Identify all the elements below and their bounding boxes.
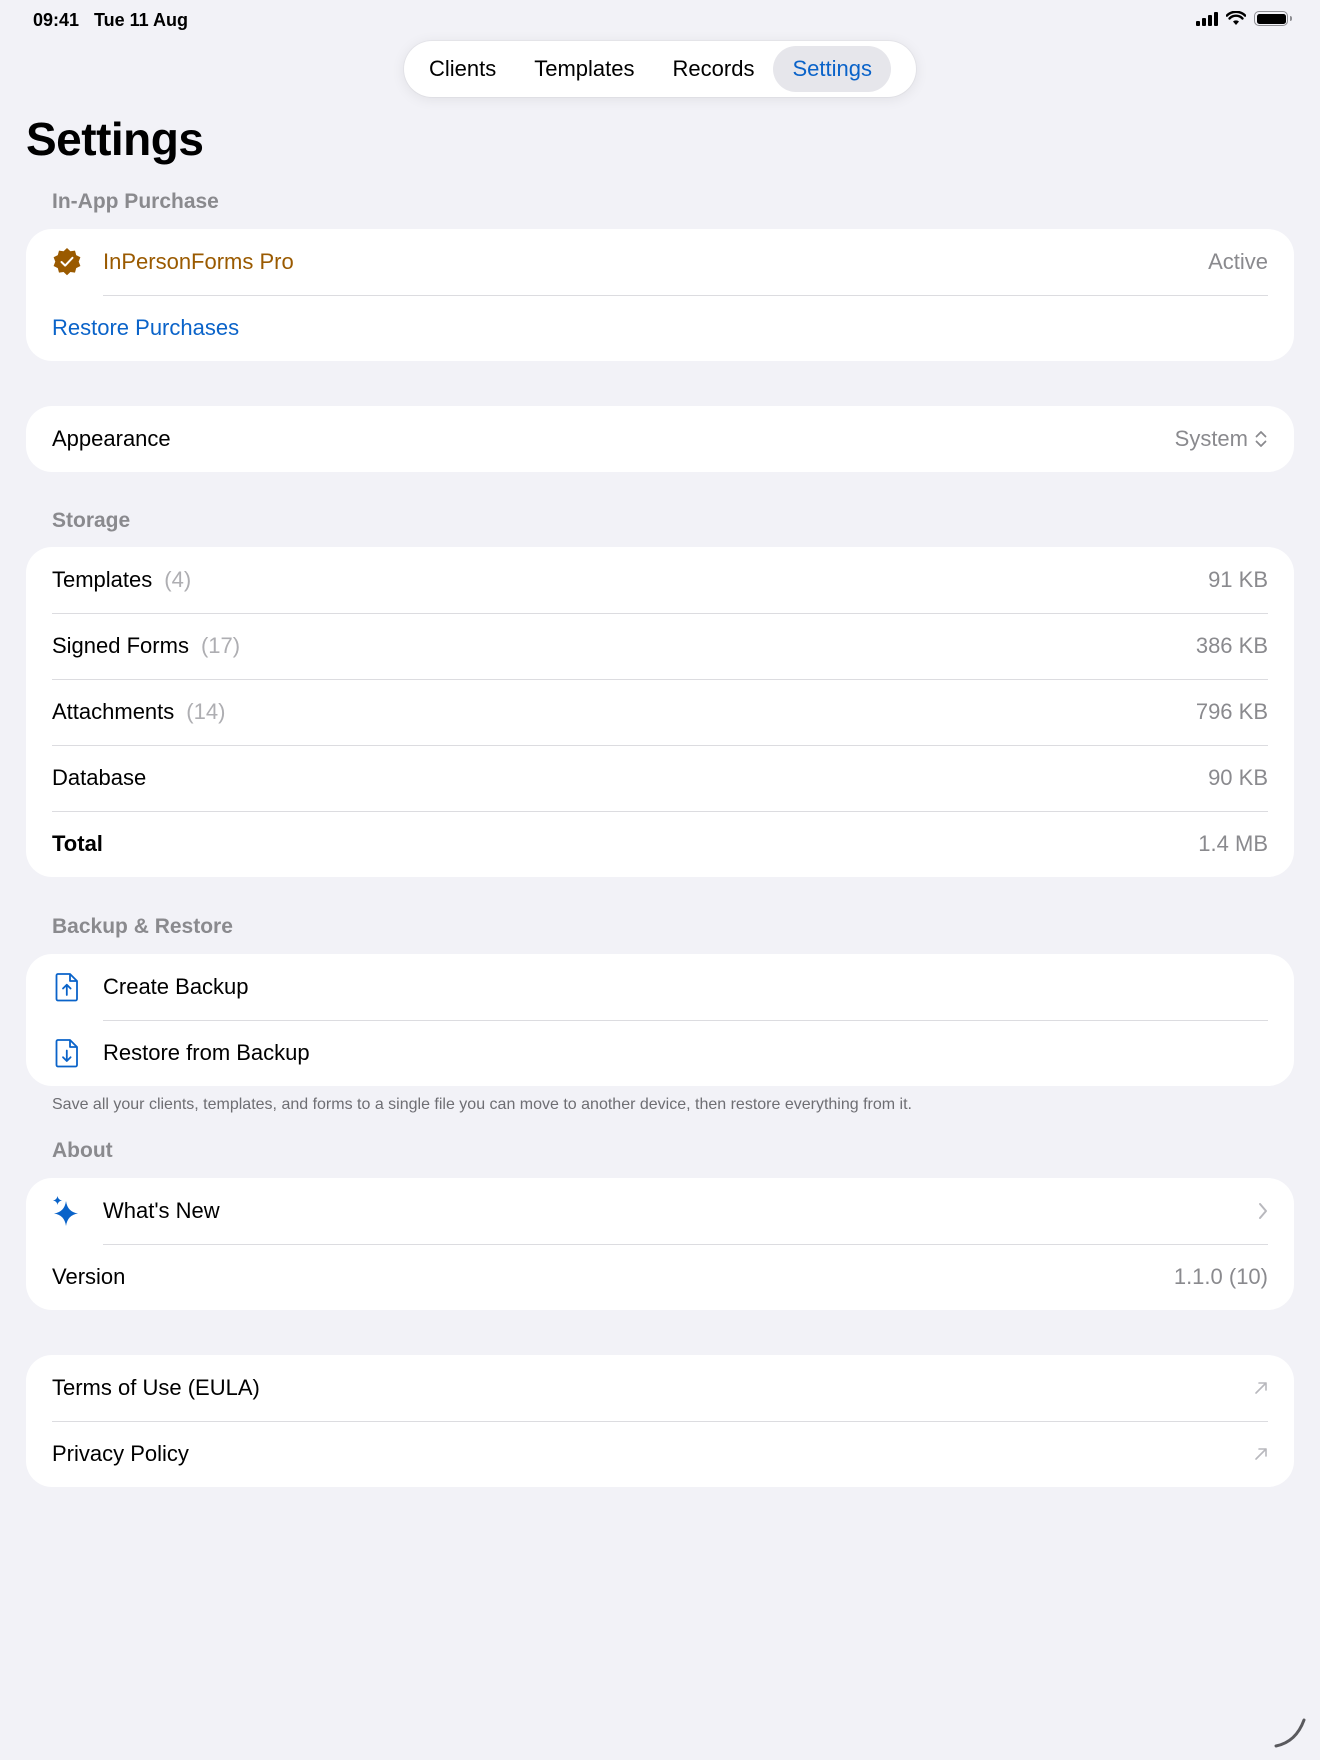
storage-row-attachments: Attachments (14) 796 KB xyxy=(26,679,1294,745)
section-header-about: About xyxy=(52,1139,113,1162)
status-bar: 09:41 Tue 11 Aug xyxy=(0,0,1320,40)
status-date: Tue 11 Aug xyxy=(94,10,189,30)
storage-item-name: Signed Forms xyxy=(52,633,189,658)
verified-badge-icon xyxy=(52,247,82,277)
tab-bar: Clients Templates Records Settings xyxy=(404,41,916,97)
version-label: Version xyxy=(52,1264,126,1289)
storage-row-templates: Templates (4) 91 KB xyxy=(26,547,1294,613)
restore-backup-button[interactable]: Restore from Backup xyxy=(103,1040,1268,1066)
pro-status-value: Active xyxy=(1208,249,1268,274)
restore-backup-row[interactable]: Restore from Backup xyxy=(26,1020,1294,1086)
section-header-backup-restore: Backup & Restore xyxy=(52,915,233,938)
privacy-link[interactable]: Privacy Policy xyxy=(52,1441,1254,1467)
whats-new-row[interactable]: What's New xyxy=(26,1178,1294,1244)
storage-item-count: (14) xyxy=(186,699,226,724)
resize-handle-icon[interactable] xyxy=(1272,1714,1308,1750)
appearance-label: Appearance xyxy=(52,426,171,451)
up-down-chevron-icon xyxy=(1255,431,1267,447)
storage-item-name: Database xyxy=(52,765,147,790)
appearance-row[interactable]: Appearance System xyxy=(26,406,1294,472)
version-value: 1.1.0 (10) xyxy=(1173,1264,1268,1289)
storage-row-database: Database 90 KB xyxy=(26,745,1294,811)
tab-records[interactable]: Records xyxy=(654,46,774,92)
terms-link[interactable]: Terms of Use (EULA) xyxy=(52,1375,1254,1401)
restore-purchases-row[interactable]: Restore Purchases xyxy=(26,295,1294,361)
sparkles-icon xyxy=(52,1196,82,1226)
status-time: 09:41 xyxy=(33,10,80,30)
status-icons xyxy=(1196,11,1292,26)
storage-item-label: Signed Forms (17) xyxy=(52,633,1196,659)
storage-row-total: Total 1.4 MB xyxy=(26,811,1294,877)
version-row: Version 1.1.0 (10) xyxy=(26,1244,1294,1310)
terms-row[interactable]: Terms of Use (EULA) xyxy=(26,1355,1294,1421)
storage-item-size: 91 KB xyxy=(1208,567,1268,592)
section-header-storage: Storage xyxy=(52,509,131,532)
storage-row-signed-forms: Signed Forms (17) 386 KB xyxy=(26,613,1294,679)
about-card: What's New Version 1.1.0 (10) xyxy=(26,1178,1294,1310)
pro-status-row: InPersonForms Pro Active xyxy=(26,229,1294,295)
whats-new-button[interactable]: What's New xyxy=(103,1198,1258,1224)
storage-item-size: 796 KB xyxy=(1195,699,1268,724)
chevron-right-icon xyxy=(1259,1203,1267,1219)
storage-item-label: Attachments (14) xyxy=(52,699,1196,725)
pro-product-name: InPersonForms Pro xyxy=(103,249,294,274)
storage-item-size: 90 KB xyxy=(1208,765,1268,790)
storage-card: Templates (4) 91 KB Signed Forms (17) 386 … xyxy=(26,547,1294,877)
storage-item-count: (17) xyxy=(200,633,241,658)
storage-item-size: 386 KB xyxy=(1195,633,1268,658)
create-backup-button[interactable]: Create Backup xyxy=(103,974,1268,1000)
cellular-signal-icon xyxy=(1196,11,1218,26)
battery-icon xyxy=(1254,11,1292,26)
appearance-value[interactable]: System xyxy=(1175,426,1248,452)
document-download-icon xyxy=(52,1038,82,1068)
storage-total-size: 1.4 MB xyxy=(1198,831,1268,856)
tab-clients[interactable]: Clients xyxy=(410,46,515,92)
page-title: Settings xyxy=(26,113,204,165)
document-upload-icon xyxy=(52,972,82,1002)
storage-item-name: Templates xyxy=(52,567,153,592)
create-backup-row[interactable]: Create Backup xyxy=(26,954,1294,1020)
external-link-arrow-icon xyxy=(1255,1448,1267,1460)
external-link-arrow-icon xyxy=(1255,1382,1267,1394)
storage-item-name: Attachments xyxy=(52,699,175,724)
storage-item-label: Templates (4) xyxy=(52,567,1208,593)
appearance-card: Appearance System xyxy=(26,406,1294,472)
backup-card: Create Backup Restore from Backup xyxy=(26,954,1294,1086)
wifi-icon xyxy=(1226,11,1246,25)
privacy-row[interactable]: Privacy Policy xyxy=(26,1421,1294,1487)
legal-card: Terms of Use (EULA) Privacy Policy xyxy=(26,1355,1294,1487)
in-app-purchase-card: InPersonForms Pro Active Restore Purchas… xyxy=(26,229,1294,361)
restore-purchases-button[interactable]: Restore Purchases xyxy=(52,315,1268,341)
section-header-in-app-purchase: In-App Purchase xyxy=(52,190,219,213)
backup-footer-note: Save all your clients, templates, and fo… xyxy=(52,1096,912,1113)
storage-total-label: Total xyxy=(52,831,103,856)
tab-settings[interactable]: Settings xyxy=(773,46,891,92)
storage-item-count: (4) xyxy=(164,567,192,592)
tab-templates[interactable]: Templates xyxy=(515,46,653,92)
